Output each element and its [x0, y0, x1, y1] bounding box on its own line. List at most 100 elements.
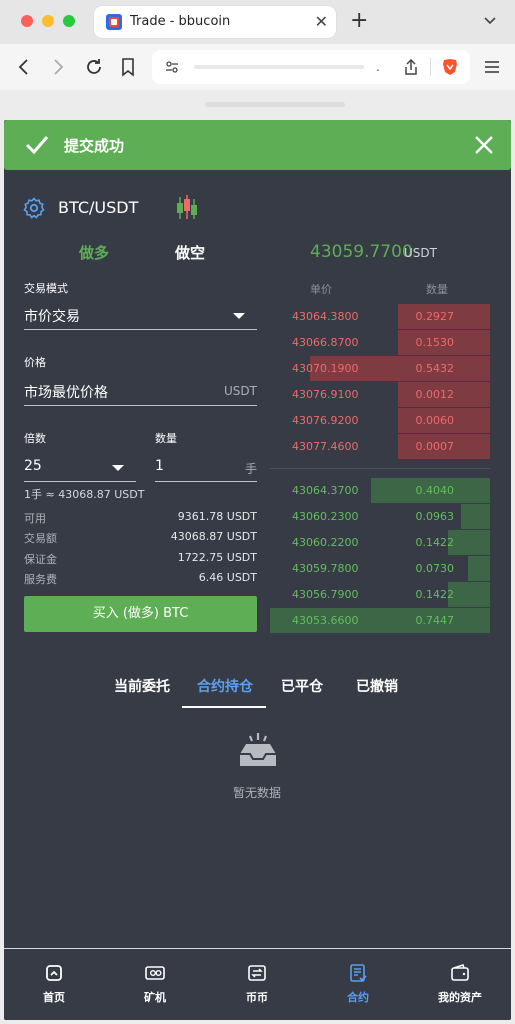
empty-inbox-icon — [240, 733, 276, 766]
order-price: 43056.7900 — [292, 588, 359, 601]
depth-bar — [461, 504, 490, 529]
success-toast: 提交成功 — [4, 120, 511, 170]
bottom-nav: 首页 矿机 币币 合约 我的资产 — [4, 948, 511, 1020]
order-qty: 0.1422 — [415, 536, 455, 549]
back-arrow-icon[interactable] — [12, 55, 36, 79]
nav-assets[interactable]: 我的资产 — [410, 949, 510, 1020]
trade-app: 提交成功 BTC/USDT 做多 做空 43059.7700 USDT 交易模式… — [4, 120, 511, 1020]
pair-name[interactable]: BTC/USDT — [58, 198, 138, 217]
order-price: 43066.8700 — [292, 336, 359, 349]
active-tab-underline — [182, 706, 266, 708]
bid-row[interactable]: 43059.7800 0.0730 — [270, 556, 490, 582]
brave-shield-icon[interactable] — [440, 57, 460, 77]
tab-open-orders[interactable]: 当前委托 — [114, 676, 170, 696]
tab-cancelled[interactable]: 已撤销 — [356, 676, 398, 696]
window-close-button[interactable] — [21, 15, 33, 27]
order-qty: 0.1530 — [415, 336, 455, 349]
price-field[interactable]: 市场最优价格 USDT — [24, 376, 257, 406]
ask-row[interactable]: 43076.9200 0.0060 — [270, 408, 490, 434]
bookmark-icon[interactable] — [116, 55, 140, 79]
order-qty: 0.2927 — [415, 310, 455, 323]
order-qty: 0.7447 — [415, 614, 455, 627]
leverage-select[interactable]: 25 — [24, 452, 136, 482]
reload-icon[interactable] — [82, 55, 106, 79]
quantity-input[interactable]: 1 手 — [155, 452, 257, 482]
nav-miner[interactable]: 矿机 — [105, 949, 205, 1020]
info-margin: 保证金 1722.75 USDT — [24, 551, 257, 569]
nav-label: 矿机 — [144, 991, 166, 1004]
order-qty: 0.0963 — [415, 510, 455, 523]
wallet-icon — [451, 964, 469, 981]
ask-row[interactable]: 43064.3800 0.2927 — [270, 304, 490, 330]
window-zoom-button[interactable] — [63, 15, 75, 27]
nav-spot[interactable]: 币币 — [207, 949, 307, 1020]
close-icon[interactable] — [473, 134, 495, 156]
tab-positions[interactable]: 合约持仓 — [197, 676, 253, 696]
info-key: 可用 — [24, 512, 46, 525]
depth-bar — [448, 582, 490, 607]
tab-close-icon[interactable]: ✕ — [315, 12, 328, 32]
new-tab-button[interactable]: + — [350, 8, 368, 34]
home-icon — [46, 965, 62, 981]
order-price: 43077.4600 — [292, 440, 359, 453]
browser-tab[interactable]: Trade - bbucoin ✕ — [94, 6, 336, 38]
orderbook-divider — [270, 468, 490, 469]
price-label: 价格 — [24, 356, 46, 369]
ask-row[interactable]: 43076.9100 0.0012 — [270, 382, 490, 408]
lot-hint: 1手 ≈ 43068.87 USDT — [24, 488, 145, 501]
window-minimize-button[interactable] — [42, 15, 54, 27]
bid-row[interactable]: 43053.6600 0.7447 — [270, 608, 490, 634]
price-unit: USDT — [224, 384, 257, 398]
info-key: 交易额 — [24, 532, 57, 545]
candlestick-chart-icon[interactable] — [174, 194, 200, 222]
ask-row[interactable]: 43066.8700 0.1530 — [270, 330, 490, 356]
info-value: 9361.78 USDT — [177, 510, 257, 523]
gear-icon[interactable] — [22, 196, 46, 220]
bid-row[interactable]: 43064.3700 0.4040 — [270, 478, 490, 504]
nav-home[interactable]: 首页 — [4, 949, 104, 1020]
bid-row[interactable]: 43060.2300 0.0963 — [270, 504, 490, 530]
ask-row[interactable]: 43077.4600 0.0007 — [270, 434, 490, 460]
order-qty: 0.0730 — [415, 562, 455, 575]
ask-row[interactable]: 43070.1900 0.5432 — [270, 356, 490, 382]
site-settings-icon[interactable] — [164, 59, 180, 75]
info-available: 可用 9361.78 USDT — [24, 510, 257, 528]
nav-label: 合约 — [347, 991, 369, 1004]
share-icon[interactable] — [402, 58, 420, 76]
tab-long[interactable]: 做多 — [79, 242, 109, 263]
exchange-icon — [248, 965, 266, 981]
order-price: 43076.9200 — [292, 414, 359, 427]
tab-closed[interactable]: 已平仓 — [281, 676, 323, 696]
address-bar[interactable]: . — [152, 50, 470, 84]
nav-contract[interactable]: 合约 — [308, 949, 408, 1020]
tab-short[interactable]: 做空 — [175, 242, 205, 263]
info-key: 保证金 — [24, 553, 57, 566]
order-price: 43060.2200 — [292, 536, 359, 549]
tab-title: Trade - bbucoin — [130, 14, 231, 29]
pair-header: BTC/USDT — [4, 188, 511, 228]
last-price: 43059.7700 — [310, 242, 413, 262]
bid-row[interactable]: 43056.7900 0.1422 — [270, 582, 490, 608]
menu-icon[interactable] — [480, 55, 504, 79]
order-price: 43060.2300 — [292, 510, 359, 523]
order-price: 43059.7800 — [292, 562, 359, 575]
dropdown-caret-icon — [112, 465, 124, 471]
order-qty: 0.4040 — [415, 484, 455, 497]
buy-long-button[interactable]: 买入 (做多) BTC — [24, 596, 257, 632]
site-favicon-icon — [106, 14, 122, 30]
order-qty: 0.5432 — [415, 362, 455, 375]
last-price-unit: USDT — [404, 246, 437, 260]
order-price: 43064.3800 — [292, 310, 359, 323]
info-value: 1722.75 USDT — [177, 551, 257, 564]
leverage-label: 倍数 — [24, 432, 46, 445]
address-divider — [430, 58, 431, 76]
forward-arrow-icon[interactable] — [46, 55, 70, 79]
order-price: 43064.3700 — [292, 484, 359, 497]
url-text: . — [376, 60, 380, 74]
redacted-strip — [205, 102, 345, 107]
trade-mode-select[interactable]: 市价交易 — [24, 300, 257, 330]
chevron-down-icon[interactable] — [482, 12, 498, 28]
nav-label: 首页 — [43, 991, 65, 1004]
trade-mode-label: 交易模式 — [24, 282, 68, 295]
bid-row[interactable]: 43060.2200 0.1422 — [270, 530, 490, 556]
